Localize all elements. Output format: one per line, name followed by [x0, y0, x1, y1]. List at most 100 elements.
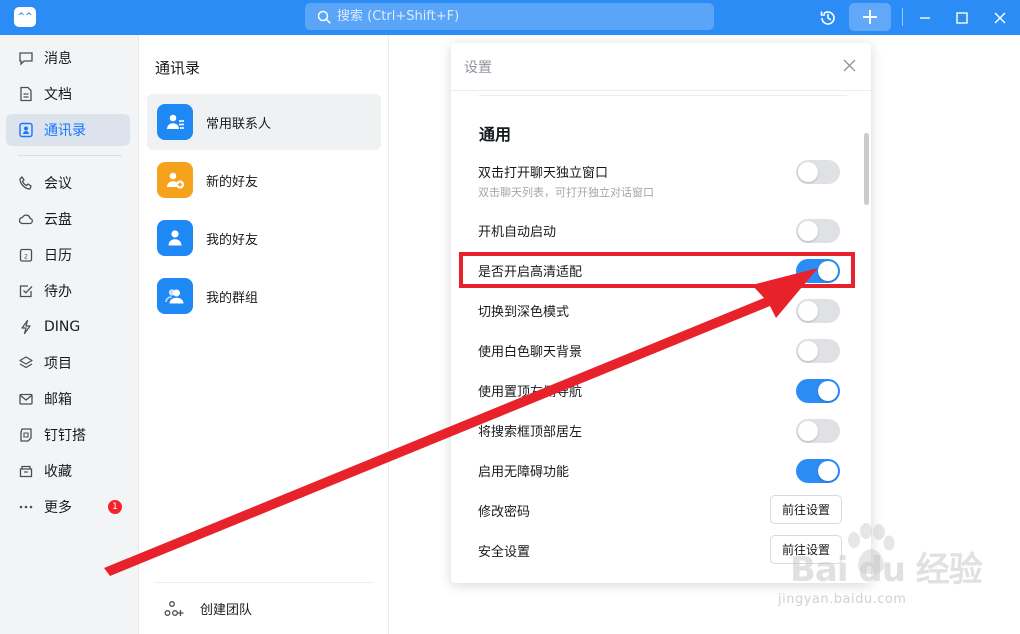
toggle-switch[interactable] [796, 160, 840, 184]
mail-icon [18, 391, 34, 407]
toggle-switch[interactable] [796, 459, 840, 483]
nav-item-calendar[interactable]: 2 日历 [6, 239, 130, 271]
message-icon [18, 50, 34, 66]
toggle-switch[interactable] [796, 379, 840, 403]
goto-settings-button[interactable]: 前往设置 [770, 495, 842, 524]
toggle-switch[interactable] [796, 299, 840, 323]
setting-label: 将搜索框顶部居左 [478, 425, 583, 440]
setting-row-double-click-window: 双击打开聊天独立窗口 双击聊天列表，可打开独立对话窗口 [478, 160, 842, 199]
more-icon [18, 499, 34, 515]
setting-label: 使用白色聊天背景 [478, 345, 583, 360]
frequent-contacts-icon [157, 104, 193, 140]
phone-icon [18, 175, 34, 191]
contacts-icon [18, 122, 34, 138]
contact-item-frequent[interactable]: 常用联系人 [147, 94, 381, 150]
setting-label: 修改密码 [478, 505, 531, 520]
friend-icon [157, 220, 193, 256]
annotation-highlight-box [459, 252, 855, 288]
nav-label: 云盘 [44, 212, 72, 228]
search-input[interactable] [337, 9, 677, 24]
nav-item-messages[interactable]: 消息 [6, 42, 130, 74]
nav-item-project[interactable]: 项目 [6, 347, 130, 379]
todo-icon [18, 283, 34, 299]
toggle-knob [798, 221, 818, 241]
nav-item-todo[interactable]: 待办 [6, 275, 130, 307]
setting-row-security: 安全设置 前往设置 [478, 535, 842, 564]
nav-label: 消息 [44, 51, 72, 67]
nav-label: 更多 [44, 500, 72, 516]
toggle-knob [798, 162, 818, 182]
goto-settings-button[interactable]: 前往设置 [770, 535, 842, 564]
maximize-icon[interactable] [950, 6, 974, 30]
section-divider [479, 95, 847, 96]
app-logo[interactable]: ^^ [14, 7, 36, 27]
search-box[interactable] [305, 3, 714, 30]
nav-label: 待办 [44, 284, 72, 300]
setting-label: 切换到深色模式 [478, 305, 570, 320]
contacts-panel: 通讯录 常用联系人 新的好友 我的好友 我的群组 创建团队 [139, 35, 389, 634]
plus-icon [863, 10, 877, 24]
nav-label: DING [44, 319, 81, 335]
nav-item-contacts[interactable]: 通讯录 [6, 114, 130, 146]
layers-icon [18, 355, 34, 371]
contact-item-label: 我的好友 [206, 232, 259, 248]
dialog-scrollbar[interactable] [864, 133, 869, 205]
create-team-icon [164, 600, 184, 616]
new-friend-icon [157, 162, 193, 198]
setting-label: 安全设置 [478, 545, 531, 560]
nav-item-ding[interactable]: DING [6, 311, 130, 343]
dialog-title: 设置 [464, 60, 492, 76]
contact-item-my-friends[interactable]: 我的好友 [147, 210, 381, 266]
contact-item-label: 常用联系人 [206, 116, 272, 132]
contact-item-my-groups[interactable]: 我的群组 [147, 268, 381, 324]
nav-item-cloud[interactable]: 云盘 [6, 203, 130, 235]
history-icon[interactable] [816, 6, 840, 30]
left-nav: 消息 文档 通讯录 会议 云盘 2 日历 待办 DING 项目 邮箱 钉钉搭 收… [0, 35, 139, 634]
app-logo-text: ^^ [17, 11, 33, 22]
setting-row-accessibility: 启用无障碍功能 [478, 459, 842, 483]
svg-text:2: 2 [24, 253, 28, 261]
add-button[interactable] [849, 3, 891, 31]
nav-label: 通讯录 [44, 123, 86, 139]
nav-item-documents[interactable]: 文档 [6, 78, 130, 110]
nav-divider [18, 155, 122, 156]
nav-item-meeting[interactable]: 会议 [6, 167, 130, 199]
toggle-knob [798, 341, 818, 361]
toggle-switch[interactable] [796, 339, 840, 363]
collection-icon [18, 463, 34, 479]
minimize-icon[interactable] [913, 6, 937, 30]
group-icon [157, 278, 193, 314]
toggle-switch[interactable] [796, 419, 840, 443]
setting-row-dark-mode: 切换到深色模式 [478, 299, 842, 323]
nav-item-more[interactable]: 更多 1 [6, 491, 130, 523]
setting-description: 双击聊天列表，可打开独立对话窗口 [478, 186, 654, 199]
nav-label: 邮箱 [44, 392, 72, 408]
contact-item-new-friends[interactable]: 新的好友 [147, 152, 381, 208]
contacts-title: 通讯录 [155, 59, 201, 77]
setting-row-search-left: 将搜索框顶部居左 [478, 419, 842, 443]
cloud-icon [18, 211, 34, 227]
titlebar-divider [902, 8, 903, 26]
contact-item-label: 我的群组 [206, 290, 259, 306]
notification-badge: 1 [108, 500, 122, 514]
nav-label: 钉钉搭 [44, 428, 86, 444]
setting-row-white-chat-bg: 使用白色聊天背景 [478, 339, 842, 363]
close-icon[interactable] [988, 6, 1012, 30]
close-icon[interactable] [841, 57, 857, 73]
setting-row-top-left-nav: 使用置顶左侧导航 [478, 379, 842, 403]
nav-item-mail[interactable]: 邮箱 [6, 383, 130, 415]
nav-label: 日历 [44, 248, 72, 264]
lightning-icon [18, 319, 34, 335]
toggle-switch[interactable] [796, 219, 840, 243]
toggle-knob [798, 301, 818, 321]
nav-item-collection[interactable]: 收藏 [6, 455, 130, 487]
title-bar: ^^ [0, 0, 1020, 35]
setting-label: 开机自动启动 [478, 225, 557, 240]
create-team-label: 创建团队 [200, 603, 253, 618]
contact-item-label: 新的好友 [206, 174, 259, 190]
nav-item-builder[interactable]: 钉钉搭 [6, 419, 130, 451]
watermark-url: jingyan.baidu.com [778, 592, 907, 607]
create-team-button[interactable]: 创建团队 [164, 599, 252, 618]
setting-label: 使用置顶左侧导航 [478, 385, 583, 400]
setting-row-change-password: 修改密码 前往设置 [478, 495, 842, 524]
